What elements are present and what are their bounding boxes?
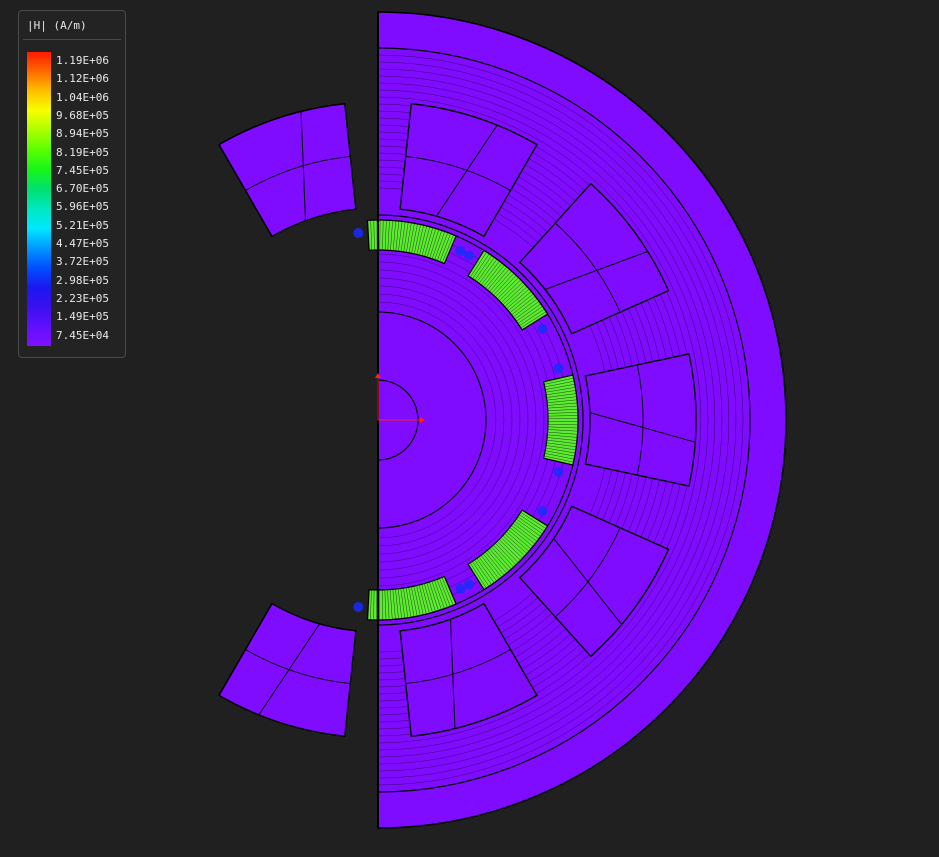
stator-slot (218, 103, 357, 238)
field-hotspot (464, 250, 475, 261)
stator-slot (218, 602, 357, 737)
field-hotspot (455, 246, 466, 257)
field-hotspot (537, 506, 548, 517)
stator-slot (584, 353, 697, 487)
field-hotspot (455, 583, 466, 594)
field-hotspot (464, 579, 475, 590)
field-hotspot (553, 363, 564, 374)
field-hotspot (353, 601, 364, 612)
field-plot-viewport[interactable] (0, 0, 939, 857)
field-hotspot (353, 228, 364, 239)
field-hotspot (553, 466, 564, 477)
motor-cross-section (218, 11, 787, 829)
field-hotspot (537, 323, 548, 334)
